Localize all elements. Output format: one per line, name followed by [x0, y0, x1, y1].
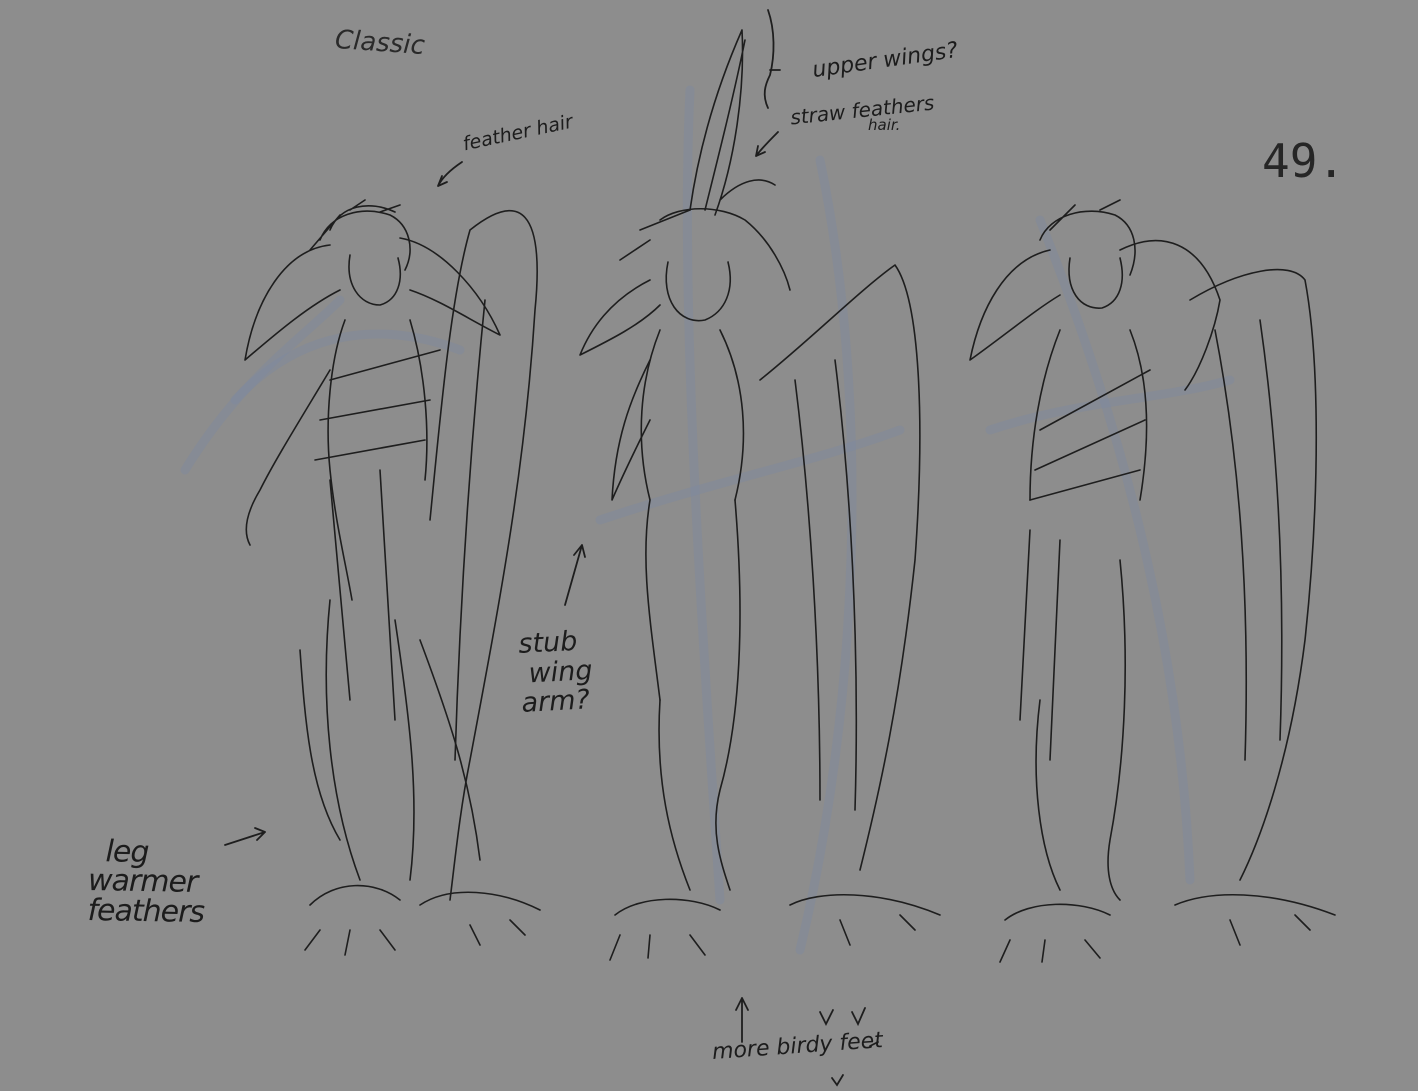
figure-3-raised-arm: [1119, 239, 1221, 391]
figure-1-feet: [304, 884, 541, 956]
figure-3-big-wing: [1189, 268, 1318, 881]
figure-1-torso: [327, 319, 428, 601]
figure-straw-hair: [579, 29, 941, 961]
figure-2-arm-wing: [611, 359, 651, 501]
label-stub-wing-arm: stub wing arm?: [517, 625, 594, 720]
arrow-feather-hair: [437, 161, 463, 187]
figure-2-feet: [609, 893, 941, 961]
figure-1-arm: [245, 369, 331, 546]
figure-2-head: [665, 261, 732, 322]
label-classic: Classic: [334, 24, 426, 62]
arrow-stub-wing: [564, 544, 586, 606]
figure-1-big-wing: [429, 209, 538, 901]
label-hair: hair.: [868, 116, 901, 134]
figure-1-head: [348, 254, 402, 306]
arrow-leg-warmer: [224, 827, 266, 846]
arrow-straw-feathers: [755, 131, 779, 157]
figure-3-small-wing: [969, 249, 1061, 361]
figure-1-drape: [314, 349, 441, 721]
arrow-birdy-feet: [735, 997, 749, 1043]
figure-2-crest: [689, 29, 776, 216]
sketch-canvas: Classic feather hair upper wings? straw …: [0, 0, 1418, 1091]
annotation-arrows: [224, 9, 879, 1087]
figure-3-head: [1068, 257, 1124, 309]
figure-2-small-wing: [579, 279, 661, 356]
figure-3-legs: [1035, 559, 1127, 901]
page-number: 49.: [1262, 134, 1346, 188]
figure-3-feet: [999, 893, 1336, 963]
label-leg-warmer-feathers: leg warmer feathers: [87, 833, 205, 930]
figure-2-hair: [619, 207, 791, 291]
figure-classic: [244, 199, 541, 956]
figure-1-hair: [309, 199, 411, 271]
figure-2-big-wing: [759, 264, 921, 871]
bracket-upper-wings: [763, 9, 781, 109]
figure-1-small-wing-right: [399, 237, 501, 336]
sketch-drawing: [180, 9, 1336, 1087]
